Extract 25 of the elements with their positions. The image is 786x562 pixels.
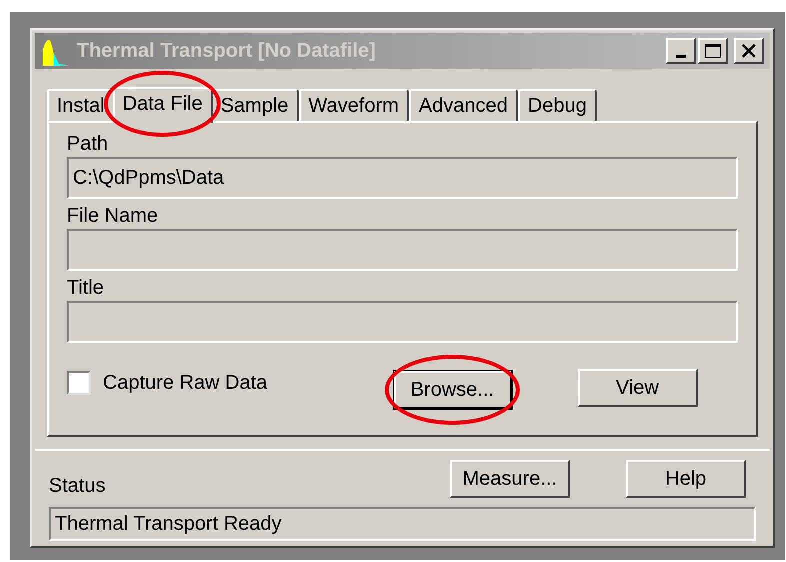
- input-field[interactable]: C:\QdPpms\Data: [67, 157, 738, 199]
- tab[interactable]: Advanced: [409, 89, 518, 121]
- checkbox-label: Capture Raw Data: [103, 371, 268, 396]
- status-label: Status: [49, 474, 106, 499]
- minimize-icon: [676, 54, 686, 58]
- maximize-icon: [705, 44, 721, 58]
- close-icon: [742, 44, 756, 58]
- maximize-button[interactable]: [698, 38, 728, 64]
- minimize-button[interactable]: [666, 38, 696, 64]
- input-field[interactable]: [67, 301, 738, 343]
- window-title: Thermal Transport [No Datafile]: [77, 39, 376, 64]
- close-button[interactable]: [734, 38, 764, 64]
- field-label: File Name: [67, 204, 160, 229]
- field-label: Title: [67, 276, 106, 301]
- status-field: Thermal Transport Ready: [49, 507, 756, 541]
- tab[interactable]: Data File: [112, 87, 213, 123]
- tab[interactable]: Waveform: [298, 89, 410, 121]
- help-button[interactable]: Help: [626, 460, 746, 498]
- field-label: Path: [67, 132, 110, 157]
- checkbox[interactable]: [67, 371, 91, 395]
- measure-button[interactable]: Measure...: [450, 460, 570, 498]
- view-button[interactable]: View: [578, 369, 698, 407]
- browse-button[interactable]: Browse...: [394, 371, 512, 409]
- input-field[interactable]: [67, 229, 738, 271]
- tab[interactable]: Debug: [518, 89, 597, 121]
